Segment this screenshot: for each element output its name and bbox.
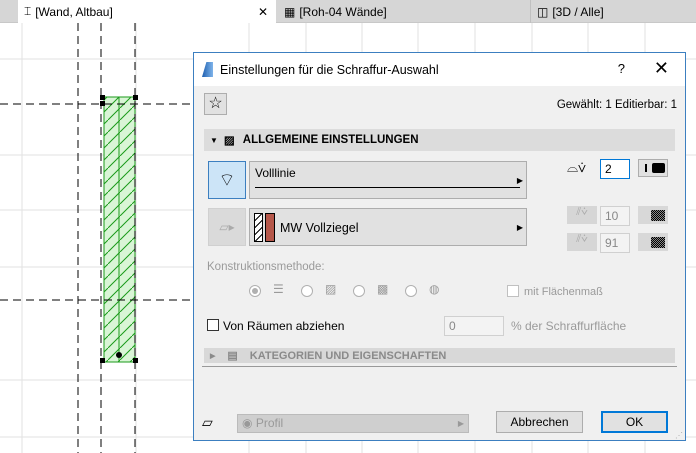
close-tab-icon[interactable]: ✕ (258, 5, 268, 19)
resize-grip-icon[interactable]: ⋰ (675, 431, 683, 440)
tab-bar: ⌶ [Wand, Altbau] ✕ ▦ [Roh-04 Wände] ◫ [3… (0, 0, 696, 23)
fill-color-swatch (265, 213, 275, 242)
favorites-star-button[interactable]: ☆ (204, 93, 227, 115)
construction-radio-4[interactable] (405, 285, 417, 297)
section-categories-header[interactable]: ▶ ▤ KATEGORIEN UND EIGENSCHAFTEN (204, 348, 675, 363)
profile-selector[interactable]: ◉ Profil ▶ (237, 414, 469, 433)
help-button[interactable]: ? (618, 61, 625, 76)
hatch-arrow-icon: ▨ (325, 282, 337, 296)
hatch-icon: ▨ (223, 135, 235, 147)
background-pen-input[interactable]: 91 (600, 233, 630, 253)
wall-element (103, 96, 136, 363)
dialog-titlebar: Einstellungen für die Schraffur-Auswahl … (194, 53, 685, 86)
tab-wand-altbau[interactable]: ⌶ [Wand, Altbau] ✕ (18, 0, 276, 23)
tab-3d-alle[interactable]: ◫ [3D / Alle] (530, 0, 696, 23)
contour-pen-icon: ⌓⩒ (567, 159, 586, 175)
archicad-logo-icon (202, 62, 213, 77)
arrow-right-icon: ▶ (516, 223, 523, 232)
bg-pen-icon: ⫽⩒ (567, 233, 597, 251)
close-button[interactable]: ✕ (654, 58, 669, 79)
fill-stack-icon: ▱▸ (219, 220, 235, 234)
contour-pen-input[interactable]: 2 (600, 159, 630, 179)
fill-polygon-tool-button[interactable]: ⌔ (208, 161, 246, 199)
construction-radio-2[interactable] (301, 285, 313, 297)
fill-type-button[interactable]: ▱▸ (208, 208, 246, 246)
section-general-header[interactable]: ▼ ▨ ALLGEMEINE EINSTELLUNGEN (204, 129, 675, 151)
eye-icon: ◉ (242, 416, 256, 430)
dialog-title: Einstellungen für die Schraffur-Auswahl (220, 62, 439, 77)
hatch-settings-dialog: Einstellungen für die Schraffur-Auswahl … (193, 52, 686, 441)
3d-box-icon: ◫ (537, 4, 549, 19)
arrow-right-icon: ▶ (516, 176, 523, 185)
expand-triangle-icon: ▼ (210, 135, 218, 145)
selection-info: Gewählt: 1 Editierbar: 1 (556, 99, 677, 111)
fg-pen-icon: ⫽⩒ (567, 206, 597, 224)
fg-pen-color-button[interactable] (638, 206, 668, 224)
floorplan-grid-icon: ▦ (284, 4, 296, 19)
foreground-pen-input[interactable]: 10 (600, 206, 630, 226)
ok-button[interactable]: OK (601, 411, 668, 433)
polygon-check-icon: ⌔ (218, 170, 236, 190)
cross-hatch-icon: ▩ (377, 282, 389, 296)
percent-input[interactable]: 0 (444, 316, 504, 336)
area-text-checkbox[interactable] (507, 285, 519, 297)
bg-pen-color-button[interactable] (638, 233, 668, 251)
construction-radio-1[interactable] (249, 285, 261, 297)
contour-pen-color-button[interactable] (638, 159, 668, 177)
cancel-button[interactable]: Abbrechen (496, 411, 583, 433)
line-type-selector[interactable]: Volllinie ▶ (249, 161, 527, 199)
construction-radio-3[interactable] (353, 285, 365, 297)
wall-icon: ⌶ (24, 4, 32, 18)
document-icon: ▤ (227, 350, 238, 362)
arrow-right-icon: ▶ (457, 419, 464, 428)
fill-type-selector[interactable]: MW Vollziegel ▶ (249, 208, 527, 246)
tab-roh-04[interactable]: ▦ [Roh-04 Wände] (278, 0, 528, 23)
collapsed-triangle-icon: ▶ (210, 352, 216, 360)
subtract-from-zones-checkbox[interactable] (207, 319, 219, 331)
layers-icon: ▱ (202, 414, 213, 430)
construction-method-label: Konstruktionsmethode: (207, 261, 325, 273)
line-preview (255, 187, 520, 188)
radial-fill-icon: ◍ (429, 282, 440, 296)
lines-pattern-icon: ☰ (273, 282, 284, 296)
fill-pattern-swatch (254, 213, 263, 242)
divider (202, 366, 677, 367)
